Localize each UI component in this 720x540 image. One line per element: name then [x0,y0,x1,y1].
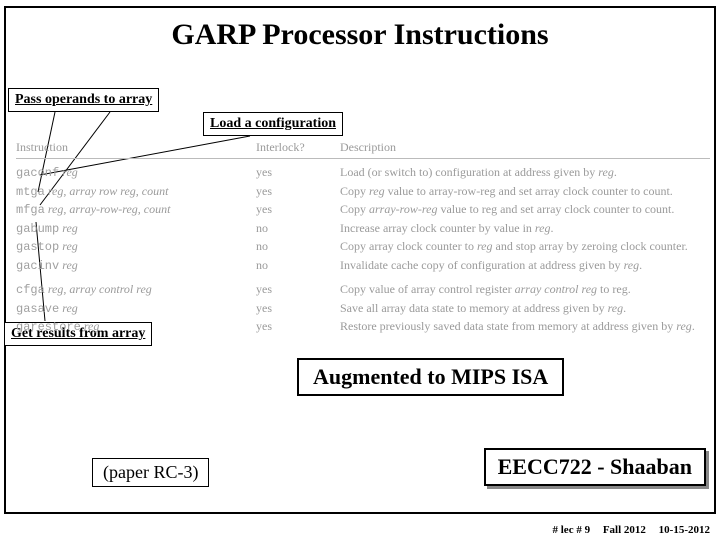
col-interlock: Interlock? [256,140,340,155]
col-description: Description [340,140,710,155]
footer-term: Fall 2012 [603,524,646,536]
table-row: gabump regnoIncrease array clock counter… [16,221,710,237]
col-instruction: Instruction [16,140,256,155]
table-body: gaconf regyesLoad (or switch to) configu… [16,165,710,335]
table-row: gacinv regnoInvalidate cache copy of con… [16,258,710,274]
paper-ref: (paper RC-3) [92,458,209,487]
table-header: Instruction Interlock? Description [16,140,710,155]
callout-load-label: Load a configuration [210,116,336,131]
footer: # lec # 9 Fall 2012 10-15-2012 [543,524,711,536]
table-row: gastop regnoCopy array clock counter to … [16,239,710,255]
instruction-table: Instruction Interlock? Description gacon… [16,140,710,338]
course-box: EECC722 - Shaaban [484,448,706,486]
table-separator [16,158,710,159]
table-row: mfga reg, array-row-reg, countyesCopy ar… [16,202,710,218]
table-row: gaconf regyesLoad (or switch to) configu… [16,165,710,181]
table-row: garestore regyesRestore previously saved… [16,319,710,335]
callout-pass-label: Pass operands to array [15,92,152,107]
footer-date: 10-15-2012 [659,524,710,536]
page-title: GARP Processor Instructions [0,18,720,52]
augmented-box: Augmented to MIPS ISA [297,358,564,396]
table-row: mtga reg, array row reg, countyesCopy re… [16,184,710,200]
table-row: gasave regyesSave all array data state t… [16,301,710,317]
callout-pass-operands: Pass operands to array [8,88,159,112]
callout-load-config: Load a configuration [203,112,343,136]
table-row: cfga reg, array control regyesCopy value… [16,282,710,298]
footer-lec: # lec # 9 [553,524,591,536]
